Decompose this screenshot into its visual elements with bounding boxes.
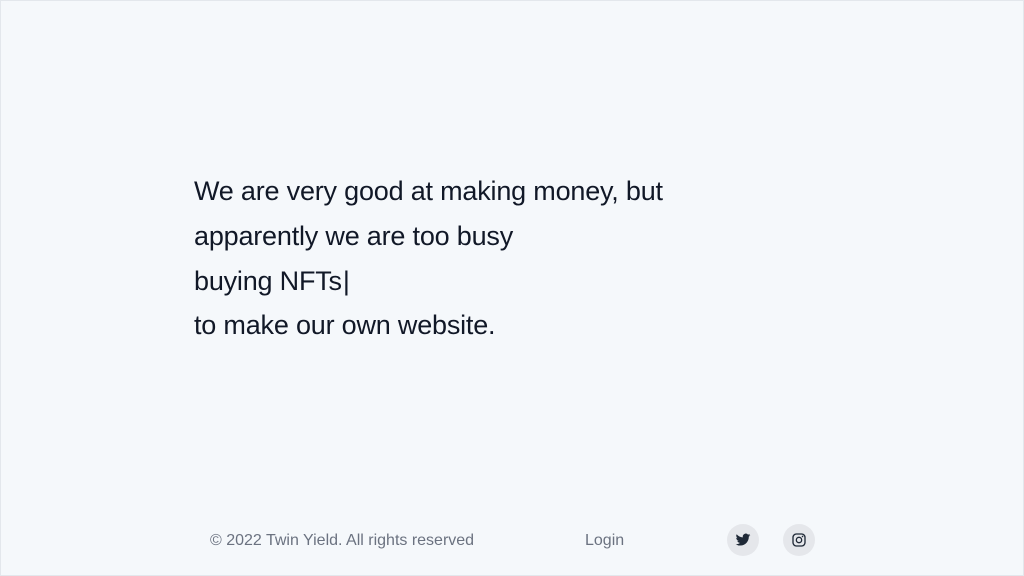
hero-line-3: buying NFTs|: [194, 259, 663, 304]
login-link[interactable]: Login: [585, 532, 624, 550]
hero-line-4: to make our own website.: [194, 310, 496, 341]
page: We are very good at making money, but ap…: [0, 0, 1024, 576]
hero-typed-word: buying NFTs: [194, 265, 342, 296]
copyright-text: © 2022 Twin Yield. All rights reserved: [210, 532, 475, 549]
instagram-icon: [791, 532, 807, 548]
twitter-icon: [735, 532, 751, 548]
twitter-button[interactable]: [727, 524, 759, 556]
footer: © 2022 Twin Yield. All rights reserved L…: [1, 524, 1023, 558]
instagram-button[interactable]: [783, 524, 815, 556]
hero-line-2: apparently we are too busy: [194, 220, 513, 251]
hero-line-1: We are very good at making money, but: [194, 176, 663, 206]
hero-headline: We are very good at making money, but ap…: [194, 169, 663, 348]
typing-cursor: |: [342, 265, 350, 296]
